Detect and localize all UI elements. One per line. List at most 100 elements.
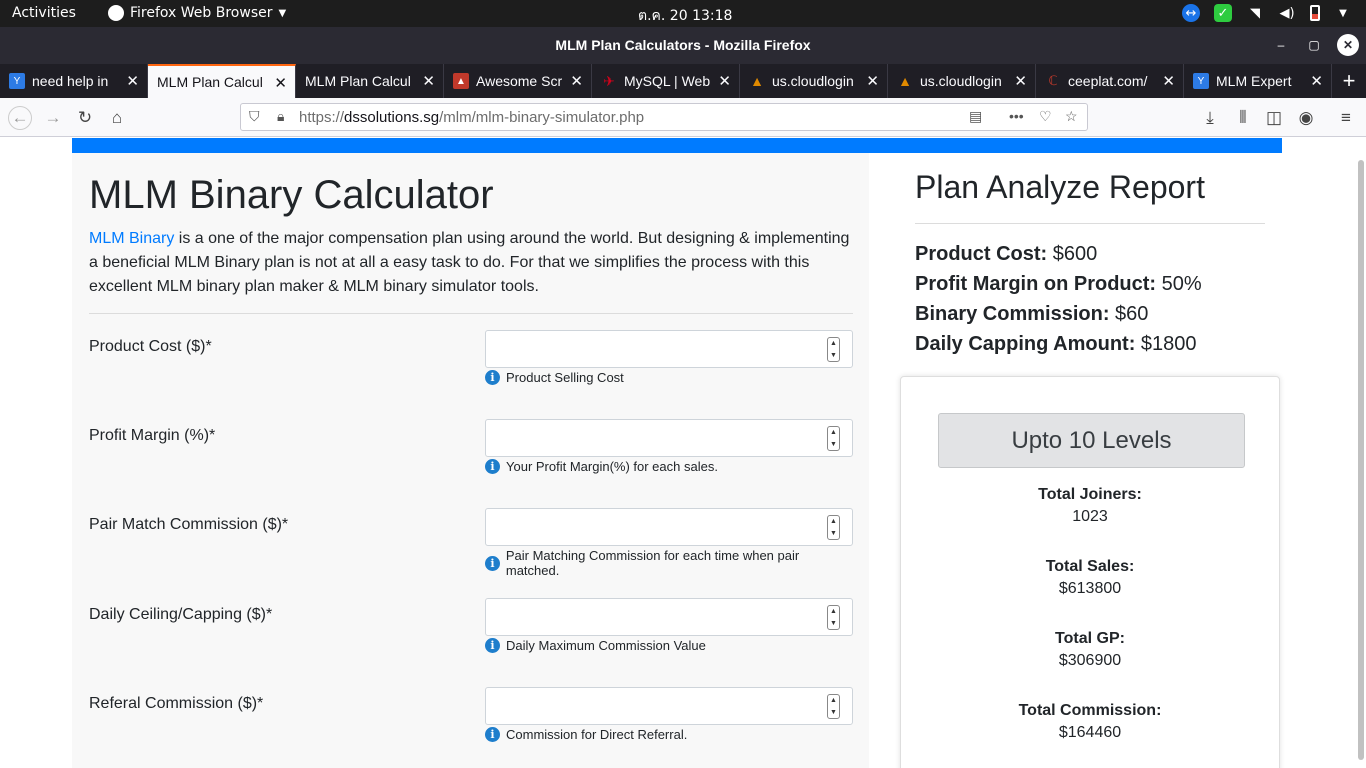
tab-awesome-screenshot[interactable]: ▲ Awesome Scr ✕	[444, 64, 592, 98]
intro-text: is a one of the major compensation plan …	[89, 230, 850, 295]
stat-label: Total Commission:	[1018, 702, 1162, 719]
daily-capping-row: Daily Ceiling/Capping ($)* ▲ ▼ i Daily Max…	[89, 598, 853, 678]
downloads-icon[interactable]: ⤓	[1198, 106, 1222, 130]
number-spinner-icon[interactable]: ▲ ▼	[827, 515, 840, 540]
yammer-favicon-icon: Y	[1193, 73, 1209, 89]
field-help: i Your Profit Margin(%) for each sales.	[485, 459, 718, 474]
number-spinner-icon[interactable]: ▲ ▼	[827, 605, 840, 630]
number-spinner-icon[interactable]: ▲ ▼	[827, 694, 840, 719]
url-bar[interactable]: ⛉ 🔒︎ https://dssolutions.sg/mlm/mlm-bina…	[240, 103, 1088, 131]
reader-view-icon[interactable]: ▤	[969, 108, 982, 125]
tab-mlm-plan-active[interactable]: MLM Plan Calcul ✕	[148, 64, 296, 98]
tab-label: ceeplat.com/	[1068, 73, 1148, 89]
info-icon: i	[485, 727, 500, 742]
profit-margin-row: Profit Margin (%)* ▲ ▼ i Your Profit Margi…	[89, 419, 853, 499]
close-tab-icon[interactable]: ✕	[1162, 72, 1175, 90]
tab-label: MLM Plan Calcul	[157, 74, 263, 90]
close-tab-icon[interactable]: ✕	[274, 74, 287, 92]
tab-mysql[interactable]: ✈ MySQL | Web ✕	[592, 64, 740, 98]
system-tray[interactable]: ↔ ✓ ◥ ◀) ▼	[1182, 4, 1352, 22]
referral-commission-input[interactable]: ▲ ▼	[485, 687, 853, 725]
close-tab-icon[interactable]: ✕	[718, 72, 731, 90]
new-tab-button[interactable]: +	[1332, 64, 1366, 98]
firefox-icon	[108, 5, 124, 21]
mlm-binary-link[interactable]: MLM Binary	[89, 230, 174, 247]
check-icon[interactable]: ✓	[1214, 4, 1232, 22]
tab-need-help[interactable]: Y need help in ✕	[0, 64, 148, 98]
number-spinner-icon[interactable]: ▲ ▼	[827, 337, 840, 362]
pocket-icon[interactable]: ♡	[1039, 108, 1052, 125]
wifi-icon[interactable]: ◥	[1246, 4, 1264, 22]
close-tab-icon[interactable]: ✕	[1310, 72, 1323, 90]
summary-label: Profit Margin on Product:	[915, 273, 1157, 295]
tab-mlm-expert[interactable]: Y MLM Expert ✕	[1184, 64, 1332, 98]
library-icon[interactable]: ⫴	[1231, 106, 1255, 130]
pair-match-commission-row: Pair Match Commission ($)* ▲ ▼ i Pair Matc…	[89, 508, 853, 588]
daily-capping-input[interactable]: ▲ ▼	[485, 598, 853, 636]
number-spinner-icon[interactable]: ▲ ▼	[827, 426, 840, 451]
bookmark-star-icon[interactable]: ☆	[1065, 108, 1078, 125]
pair-match-commission-input[interactable]: ▲ ▼	[485, 508, 853, 546]
tab-cloudlogin-2[interactable]: ▲ us.cloudlogin ✕	[888, 64, 1036, 98]
stat-label: Total Joiners:	[1038, 486, 1142, 503]
info-icon: i	[485, 459, 500, 474]
forward-icon[interactable]: →	[41, 106, 65, 130]
close-icon[interactable]: ✕	[1337, 34, 1359, 56]
menu-icon[interactable]: ≡	[1334, 106, 1358, 130]
chevron-down-icon[interactable]: ▼	[1334, 4, 1352, 22]
clock[interactable]: ต.ค. 20 13:18	[638, 5, 732, 27]
info-icon: i	[485, 370, 500, 385]
app-menu-label: Firefox Web Browser	[130, 5, 273, 21]
reload-icon[interactable]: ↻	[73, 106, 97, 130]
daily-capping-summary: Daily Capping Amount: $1800	[915, 333, 1197, 356]
close-tab-icon[interactable]: ✕	[570, 72, 583, 90]
maximize-icon[interactable]: ▢	[1303, 34, 1325, 56]
url-prefix: https://	[299, 109, 345, 126]
volume-icon[interactable]: ◀)	[1278, 4, 1296, 22]
teamviewer-icon[interactable]: ↔	[1182, 4, 1200, 22]
home-icon[interactable]: ⌂	[105, 106, 129, 130]
level-button[interactable]: Upto 10 Levels	[938, 413, 1245, 468]
tab-mlm-plan[interactable]: MLM Plan Calcul ✕	[296, 64, 444, 98]
field-help-text: Pair Matching Commission for each time w…	[505, 548, 800, 578]
battery-icon[interactable]	[1310, 5, 1320, 21]
app-menu[interactable]: Firefox Web Browser ▼	[108, 5, 286, 21]
close-tab-icon[interactable]: ✕	[866, 72, 879, 90]
navigation-toolbar: ← → ↻ ⌂ ⛉ 🔒︎ https://dssolutions.sg/mlm/…	[0, 98, 1366, 137]
page-viewport: MLM Binary Calculator MLM Binary is a on…	[0, 138, 1366, 768]
close-tab-icon[interactable]: ✕	[126, 72, 139, 90]
close-tab-icon[interactable]: ✕	[1014, 72, 1027, 90]
field-label: Daily Ceiling/Capping ($)*	[89, 606, 273, 623]
header-accent-bar	[72, 138, 1282, 153]
lock-icon[interactable]: 🔒︎	[277, 108, 284, 125]
url-text[interactable]: https://dssolutions.sg/mlm/mlm-binary-si…	[299, 109, 644, 126]
account-icon[interactable]: ◉	[1294, 106, 1318, 130]
tab-label: MySQL | Web	[624, 73, 711, 89]
minimize-icon[interactable]: –	[1270, 34, 1292, 56]
field-help: i Product Selling Cost	[485, 370, 624, 385]
profit-margin-input[interactable]: ▲ ▼	[485, 419, 853, 457]
window-titlebar: MLM Plan Calculators - Mozilla Firefox –…	[0, 27, 1366, 64]
activities-button[interactable]: Activities	[12, 5, 76, 21]
summary-value: $600	[1047, 243, 1098, 265]
product-cost-input[interactable]: ▲ ▼	[485, 330, 853, 368]
page-scrollbar[interactable]	[1358, 160, 1364, 760]
total-sales-stat: Total Sales: $613800	[901, 558, 1279, 598]
tab-cloudlogin-1[interactable]: ▲ us.cloudlogin ✕	[740, 64, 888, 98]
sidebar-icon[interactable]: ◫	[1262, 106, 1286, 130]
total-commission-stat: Total Commission: $164460	[901, 702, 1279, 742]
back-icon[interactable]: ←	[8, 106, 32, 130]
total-joiners-stat: Total Joiners: 1023	[901, 486, 1279, 526]
more-actions-icon[interactable]: •••	[1009, 108, 1024, 124]
mysql-favicon-icon: ✈	[603, 72, 615, 89]
summary-value: $60	[1109, 303, 1149, 325]
divider	[915, 223, 1265, 224]
close-tab-icon[interactable]: ✕	[422, 72, 435, 90]
tab-label: us.cloudlogin	[920, 73, 1002, 89]
stat-value: $164460	[1058, 724, 1122, 741]
tab-label: Awesome Scr	[476, 73, 563, 89]
tab-ceeplat[interactable]: ℂ ceeplat.com/ ✕	[1036, 64, 1184, 98]
page-title: MLM Binary Calculator	[89, 173, 494, 217]
shield-icon[interactable]: ⛉	[249, 108, 260, 125]
tab-label: need help in	[32, 73, 109, 89]
